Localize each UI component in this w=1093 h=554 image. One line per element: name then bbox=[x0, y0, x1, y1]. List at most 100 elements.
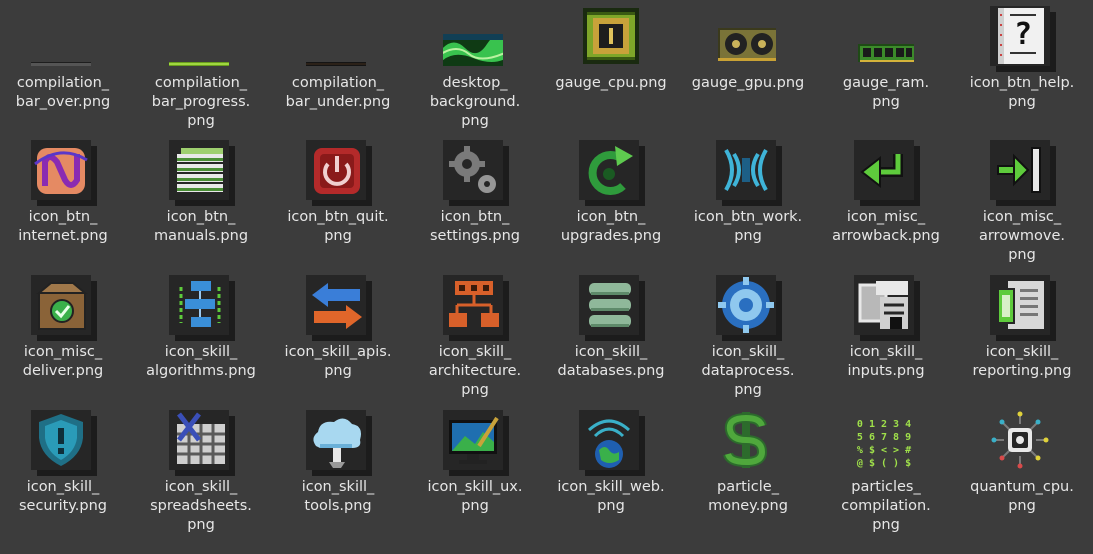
file-item[interactable]: icon_skill_ux. png bbox=[411, 410, 539, 516]
arrow-back-icon bbox=[854, 140, 920, 206]
file-name: particles_ compilation. png bbox=[841, 479, 931, 533]
file-item[interactable]: ? icon_btn_help. png bbox=[958, 6, 1086, 112]
spreadsheet-icon bbox=[169, 410, 235, 476]
power-icon bbox=[306, 140, 372, 206]
file-name: icon_misc_ deliver.png bbox=[22, 344, 104, 379]
manuals-stack-icon bbox=[169, 140, 235, 206]
file-name: icon_skill_ reporting.png bbox=[972, 344, 1072, 379]
file-name: compilation_ bar_under.png bbox=[285, 75, 391, 110]
work-waves-icon bbox=[716, 140, 782, 206]
file-item[interactable]: icon_skill_ databases.png bbox=[547, 275, 675, 381]
file-name: icon_skill_ inputs.png bbox=[847, 344, 925, 379]
file-item[interactable]: particle_ money.png bbox=[684, 410, 812, 516]
file-name: gauge_ram. png bbox=[842, 75, 930, 110]
file-name: icon_skill_ security.png bbox=[18, 479, 108, 514]
svg-text:0 1 2 3 4: 0 1 2 3 4 bbox=[857, 419, 911, 430]
file-item[interactable]: icon_skill_web. png bbox=[547, 410, 675, 516]
file-item[interactable]: icon_misc_ arrowback.png bbox=[822, 140, 950, 246]
svg-text:5 6 7 8 9: 5 6 7 8 9 bbox=[857, 432, 911, 443]
file-item[interactable]: icon_skill_ tools.png bbox=[274, 410, 402, 516]
file-name: icon_btn_quit. png bbox=[287, 209, 389, 244]
file-item[interactable]: quantum_cpu. png bbox=[958, 410, 1086, 516]
file-name: icon_btn_ settings.png bbox=[429, 209, 521, 244]
file-item[interactable]: icon_btn_ manuals.png bbox=[137, 140, 265, 246]
file-item[interactable]: 0 1 2 3 4 5 6 7 8 9 % $ < > # @ $ ( ) $ … bbox=[822, 410, 950, 535]
security-shield-icon bbox=[31, 410, 97, 476]
bar-under-icon bbox=[306, 6, 370, 70]
file-name: particle_ money.png bbox=[708, 479, 788, 514]
file-item[interactable]: icon_btn_ settings.png bbox=[411, 140, 539, 246]
ux-monitor-icon bbox=[443, 410, 509, 476]
file-item[interactable]: icon_btn_quit. png bbox=[274, 140, 402, 246]
file-name: icon_skill_ databases.png bbox=[557, 344, 665, 379]
internet-icon bbox=[31, 140, 97, 206]
file-name: icon_skill_ algorithms.png bbox=[146, 344, 256, 379]
arrow-move-icon bbox=[990, 140, 1056, 206]
file-name: compilation_ bar_over.png bbox=[15, 75, 111, 110]
file-item[interactable]: icon_skill_ dataprocess. png bbox=[684, 275, 812, 400]
file-item[interactable]: gauge_gpu.png bbox=[684, 6, 812, 93]
file-name: icon_btn_ internet.png bbox=[18, 209, 108, 244]
ram-stick-icon bbox=[854, 6, 918, 70]
gears-icon bbox=[443, 140, 509, 206]
file-name: icon_btn_work. png bbox=[693, 209, 803, 244]
file-item[interactable]: icon_btn_ internet.png bbox=[0, 140, 127, 246]
bar-over-icon bbox=[31, 6, 95, 70]
web-globe-icon bbox=[579, 410, 645, 476]
api-arrows-icon bbox=[306, 275, 372, 341]
file-name: icon_skill_ux. png bbox=[427, 479, 523, 514]
reporting-document-icon bbox=[990, 275, 1056, 341]
file-name: icon_skill_ architecture. png bbox=[428, 344, 522, 398]
file-name: icon_skill_ tools.png bbox=[301, 479, 375, 514]
file-item[interactable]: gauge_cpu.png bbox=[547, 6, 675, 93]
svg-text:% $ < > #: % $ < > # bbox=[857, 445, 911, 456]
file-item[interactable]: icon_skill_ architecture. png bbox=[411, 275, 539, 400]
file-item[interactable]: compilation_ bar_progress. png bbox=[137, 6, 265, 131]
file-item[interactable]: compilation_ bar_under.png bbox=[274, 6, 402, 112]
desktop-background-icon bbox=[443, 6, 507, 70]
file-item[interactable]: compilation_ bar_over.png bbox=[0, 6, 127, 112]
file-name: icon_skill_ dataprocess. png bbox=[701, 344, 795, 398]
cpu-chip-icon bbox=[579, 6, 643, 70]
file-name: compilation_ bar_progress. png bbox=[151, 75, 251, 129]
file-item[interactable]: icon_skill_ security.png bbox=[0, 410, 127, 516]
file-name: icon_skill_apis. png bbox=[284, 344, 392, 379]
file-item[interactable]: desktop_ background. png bbox=[411, 6, 539, 131]
file-item[interactable]: icon_skill_ reporting.png bbox=[958, 275, 1086, 381]
upgrade-arrow-icon bbox=[579, 140, 645, 206]
quantum-cpu-icon bbox=[990, 410, 1054, 474]
file-item[interactable]: gauge_ram. png bbox=[822, 6, 950, 112]
file-item[interactable]: icon_misc_ arrowmove. png bbox=[958, 140, 1086, 265]
compilation-glyphs-icon: 0 1 2 3 4 5 6 7 8 9 % $ < > # @ $ ( ) $ bbox=[854, 410, 918, 474]
svg-text:@ $ ( ) $: @ $ ( ) $ bbox=[857, 458, 911, 469]
file-item[interactable]: icon_btn_ upgrades.png bbox=[547, 140, 675, 246]
file-name: gauge_gpu.png bbox=[691, 75, 805, 91]
svg-text:?: ? bbox=[1014, 17, 1032, 52]
delivery-box-icon bbox=[31, 275, 97, 341]
file-name: icon_btn_ manuals.png bbox=[153, 209, 249, 244]
file-name: quantum_cpu. png bbox=[970, 479, 1074, 514]
file-item[interactable]: icon_misc_ deliver.png bbox=[0, 275, 127, 381]
gpu-card-icon bbox=[716, 6, 780, 70]
file-name: gauge_cpu.png bbox=[555, 75, 667, 91]
file-name: desktop_ background. png bbox=[429, 75, 521, 129]
file-name: icon_btn_help. png bbox=[969, 75, 1075, 110]
inputs-icon bbox=[854, 275, 920, 341]
file-name: icon_btn_ upgrades.png bbox=[560, 209, 662, 244]
dollar-icon bbox=[716, 410, 780, 474]
file-name: icon_misc_ arrowback.png bbox=[832, 209, 940, 244]
file-item[interactable]: icon_skill_ spreadsheets. png bbox=[137, 410, 265, 535]
database-icon bbox=[579, 275, 645, 341]
file-item[interactable]: icon_skill_apis. png bbox=[274, 275, 402, 381]
file-name: icon_skill_web. png bbox=[557, 479, 665, 514]
file-name: icon_misc_ arrowmove. png bbox=[978, 209, 1066, 263]
file-item[interactable]: icon_skill_ algorithms.png bbox=[137, 275, 265, 381]
file-item[interactable]: icon_btn_work. png bbox=[684, 140, 812, 246]
cloud-tools-icon bbox=[306, 410, 372, 476]
architecture-tree-icon bbox=[443, 275, 509, 341]
flowchart-icon bbox=[169, 275, 235, 341]
file-item[interactable]: icon_skill_ inputs.png bbox=[822, 275, 950, 381]
dataprocess-gear-icon bbox=[716, 275, 782, 341]
file-name: icon_skill_ spreadsheets. png bbox=[150, 479, 252, 533]
file-grid: compilation_ bar_over.png compilation_ bar… bbox=[0, 0, 1093, 554]
